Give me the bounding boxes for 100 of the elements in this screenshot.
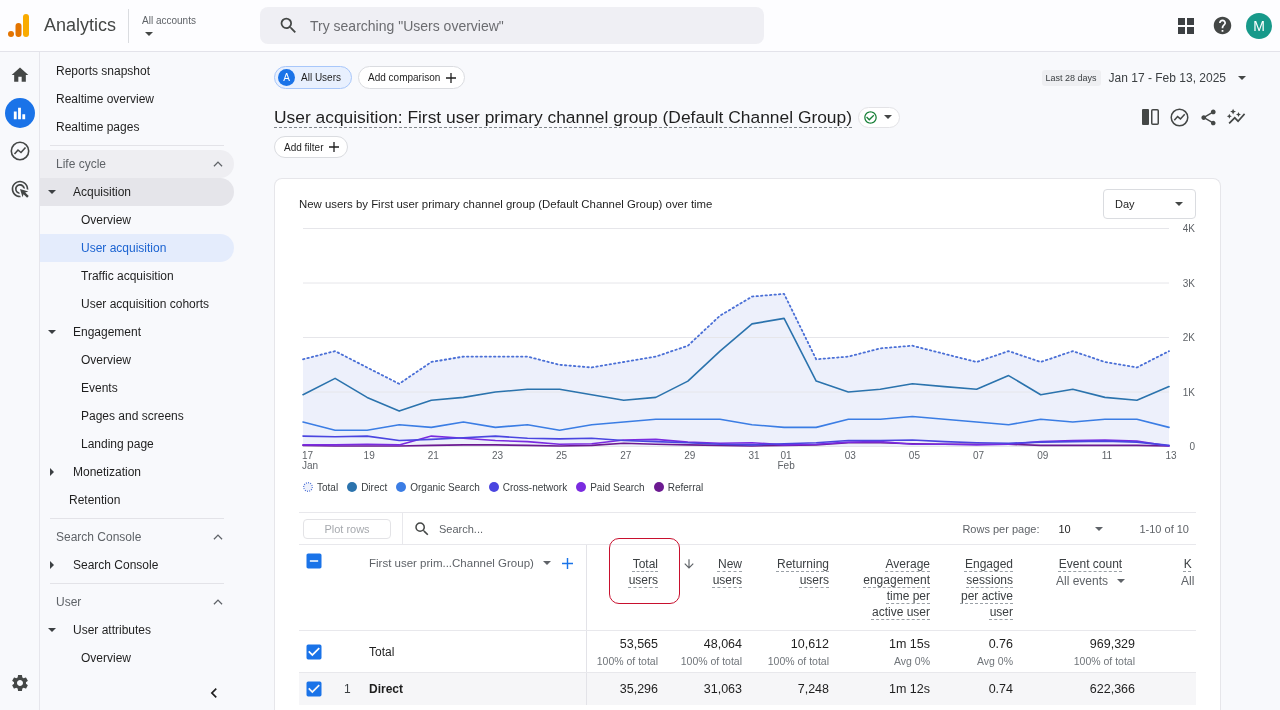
row-index: 1	[344, 682, 351, 696]
select-all-checkbox[interactable]	[304, 551, 324, 571]
apps-icon[interactable]	[1178, 17, 1194, 34]
nav-item[interactable]: Traffic acquisition	[40, 262, 234, 290]
cell-note: 100% of total	[1073, 653, 1135, 669]
column-header[interactable]: K	[1183, 556, 1192, 572]
help-icon[interactable]	[1211, 15, 1233, 36]
nav-item[interactable]: Events	[40, 374, 234, 402]
legend-label: Paid Search	[590, 481, 645, 493]
axis-tick-label: 4K	[1182, 223, 1195, 234]
cell-value: 7,248	[797, 681, 829, 698]
axis-tick-label: 07	[973, 450, 985, 461]
metric-filter-select[interactable]: All	[1181, 573, 1195, 589]
nav-item[interactable]: Acquisition	[40, 178, 234, 206]
dimension-select[interactable]: First user prim...Channel Group)	[369, 555, 551, 571]
caret-down-icon	[48, 330, 56, 334]
axis-tick-label: 11	[1101, 450, 1113, 461]
report-title: User acquisition: First user primary channel group (Default Channel Group)	[274, 106, 852, 128]
nav-item[interactable]: User acquisition	[40, 234, 234, 262]
nav-item[interactable]: Overview	[40, 346, 234, 374]
trend-circle-icon[interactable]	[1170, 107, 1189, 127]
axis-tick-label: 2K	[1182, 332, 1195, 343]
nav-item[interactable]: Reports snapshot	[40, 57, 234, 85]
account-picker[interactable]: All accounts	[142, 15, 196, 36]
column-header[interactable]: Returning users	[766, 556, 829, 588]
line-series	[302, 435, 1170, 447]
status-dropdown[interactable]	[858, 106, 900, 128]
axis-tick-label: 17	[302, 450, 314, 461]
cell-value: 48,064	[703, 635, 742, 653]
cell-note: Avg 0%	[894, 653, 930, 669]
nav-item[interactable]: Overview	[40, 206, 234, 234]
date-range-button[interactable]: Jan 17 - Feb 13, 2025	[1108, 70, 1250, 85]
axis-tick-label: 1K	[1182, 386, 1195, 398]
legend-label: Total	[317, 481, 339, 493]
metric-filter-select[interactable]: All events	[1055, 573, 1125, 589]
plus-icon	[446, 72, 457, 83]
column-header[interactable]: Engaged sessions per active user	[954, 556, 1013, 620]
add-comparison-button[interactable]: Add comparison	[358, 66, 466, 89]
nav-item[interactable]: Landing page	[40, 430, 234, 458]
axis-month-label: Jan	[302, 460, 319, 471]
chevron-up-icon	[213, 161, 223, 167]
column-header[interactable]: Event count	[1058, 556, 1123, 572]
legend-label: Referral	[667, 481, 704, 493]
account-avatar[interactable]: M	[1246, 12, 1272, 39]
axis-tick-label: 03	[844, 450, 856, 461]
chevron-up-icon	[213, 599, 223, 605]
caret-icon	[1117, 579, 1125, 583]
columns-icon[interactable]	[1142, 109, 1159, 125]
add-filter-button[interactable]: Add filter	[274, 136, 349, 158]
axis-tick-label: 23	[491, 450, 503, 461]
product-name: Analytics	[44, 15, 117, 36]
nav-item[interactable]: User attributes	[40, 616, 234, 644]
share-icon[interactable]	[1198, 107, 1218, 127]
nav-section-header[interactable]: User	[40, 588, 234, 616]
column-header[interactable]: New users	[700, 556, 742, 588]
axis-tick-label: 27	[620, 450, 632, 461]
line-series	[302, 415, 1170, 431]
axis-tick-label: 21	[427, 450, 439, 461]
settings-icon	[9, 673, 30, 693]
caret-icon	[884, 115, 892, 119]
caret-right-icon	[50, 561, 54, 569]
row-checkbox[interactable]	[304, 679, 324, 699]
column-header[interactable]: Total users	[616, 556, 658, 588]
reports-button[interactable]	[4, 98, 35, 128]
nav-item[interactable]: Overview	[40, 644, 234, 672]
rows-per-page-label: Rows per page:	[962, 522, 1040, 535]
axis-tick-label: 25	[556, 450, 568, 461]
segment-chip[interactable]: A All Users	[274, 66, 352, 89]
column-header[interactable]: Average engagement time per active user	[856, 556, 930, 620]
search-field[interactable]: Try searching "Users overview"	[260, 7, 764, 44]
axis-month-label: Feb	[777, 460, 795, 471]
chevron-up-icon	[213, 534, 223, 540]
nav-item[interactable]: Engagement	[40, 318, 234, 346]
nav-item[interactable]: Realtime pages	[40, 113, 234, 141]
legend-label: Direct	[361, 481, 388, 493]
table-search-field[interactable]: Search...	[439, 522, 739, 535]
nav-item[interactable]: Search Console	[40, 551, 234, 579]
plus-icon	[329, 142, 340, 152]
axis-tick-label: 19	[363, 450, 375, 461]
rows-per-page-select[interactable]: 10	[1052, 516, 1110, 541]
caret-icon	[145, 32, 154, 36]
axis-tick-label: 29	[684, 450, 696, 461]
cursor-click-icon	[9, 179, 30, 199]
axis-tick-label: 0	[1189, 441, 1195, 452]
caret-icon	[1175, 202, 1183, 206]
search-icon	[413, 519, 431, 538]
axis-tick-label: 31	[748, 450, 760, 461]
cell-value: 1m 12s	[889, 681, 930, 698]
cell-value: 969,329	[1089, 635, 1135, 653]
interval-select[interactable]: Day	[1103, 189, 1196, 219]
nav-section-header[interactable]: Search Console	[40, 523, 234, 551]
caret-down-icon	[48, 628, 56, 632]
nav-item[interactable]: Monetization	[40, 458, 234, 486]
nav-section-header[interactable]: Life cycle	[40, 150, 234, 178]
nav-item[interactable]: Pages and screens	[40, 402, 234, 430]
nav-item[interactable]: Realtime overview	[40, 85, 234, 113]
nav-item[interactable]: Retention	[40, 486, 234, 514]
nav-item[interactable]: User acquisition cohorts	[40, 290, 234, 318]
home-icon	[9, 65, 30, 85]
sparkle-trend-icon[interactable]	[1226, 107, 1246, 127]
